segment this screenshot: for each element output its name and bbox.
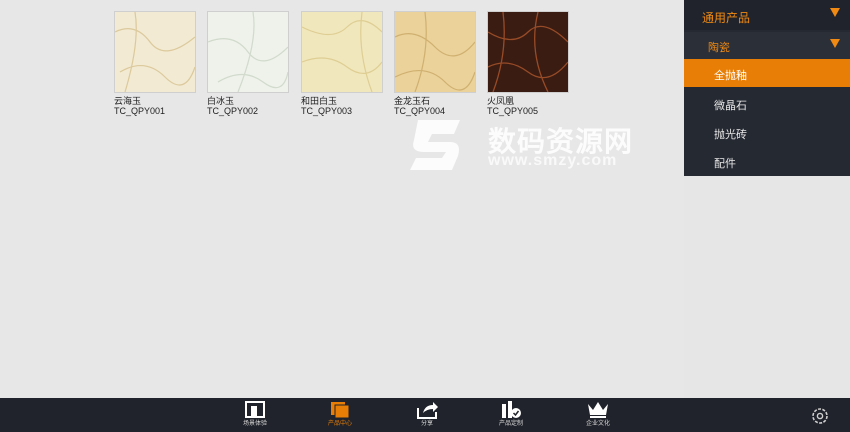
sidebar-item-peijian[interactable]: 配件	[684, 147, 850, 175]
crown-icon	[588, 402, 608, 418]
sidebar-item-label: 配件	[714, 158, 736, 170]
product-tile[interactable]: 和田白玉 TC_QPY003	[301, 11, 383, 116]
nav-label: 产品定制	[498, 421, 523, 427]
nav-label: 产品中心	[327, 421, 352, 427]
tile-name: 云海玉	[114, 96, 142, 106]
tile-swatch-image[interactable]	[394, 11, 476, 93]
settings-gear-icon[interactable]	[810, 406, 830, 426]
tile-code: TC_QPY003	[301, 106, 353, 116]
tile-code: TC_QPY005	[487, 106, 539, 116]
sidebar-item-paoguangzhuan[interactable]: 抛光砖	[684, 118, 850, 146]
product-tile[interactable]: 金龙玉石 TC_QPY004	[394, 11, 476, 116]
tile-code: TC_QPY001	[114, 106, 166, 116]
nav-label: 场景体验	[242, 421, 267, 427]
tile-swatch-image[interactable]	[487, 11, 569, 93]
caret-down-icon	[830, 8, 840, 17]
tile-name: 火凤凰	[487, 96, 515, 106]
nav-product-customize[interactable]: 产品定制	[486, 400, 536, 432]
nav-label: 企业文化	[585, 421, 610, 427]
nav-label: 分享	[420, 421, 433, 427]
product-center-icon	[331, 402, 350, 419]
tile-code: TC_QPY002	[207, 106, 259, 116]
product-tile[interactable]: 火凤凰 TC_QPY005	[487, 11, 569, 116]
product-tile[interactable]: 白冰玉 TC_QPY002	[207, 11, 289, 116]
scene-icon	[245, 401, 265, 418]
product-tile[interactable]: 云海玉 TC_QPY001	[114, 11, 196, 116]
subcategory-label: 陶瓷	[708, 42, 730, 54]
sidebar-item-weijingshi[interactable]: 微晶石	[684, 89, 850, 117]
category-label: 通用产品	[702, 11, 751, 25]
share-icon	[417, 402, 438, 419]
nav-corporate-culture[interactable]: 企业文化	[573, 400, 623, 432]
category-header[interactable]: 通用产品	[684, 0, 850, 30]
tile-swatch-image[interactable]	[207, 11, 289, 93]
sidebar-item-label: 微晶石	[714, 100, 747, 112]
sidebar-item-label: 抛光砖	[714, 129, 747, 141]
tile-name: 和田白玉	[301, 96, 338, 106]
tile-swatch-image[interactable]	[114, 11, 196, 93]
tile-name: 金龙玉石	[394, 96, 431, 106]
tile-swatch-image[interactable]	[301, 11, 383, 93]
subcategory-header[interactable]: 陶瓷	[684, 32, 850, 62]
caret-down-icon	[830, 39, 840, 48]
bottom-nav-bar: 场景体验 产品中心 分享 产品定制 企业文化	[0, 398, 850, 432]
sidebar-item-quanpaoyou[interactable]: 全抛釉	[684, 59, 850, 87]
tile-name: 白冰玉	[207, 96, 235, 106]
nav-scene-experience[interactable]: 场景体验	[230, 400, 280, 432]
sidebar-item-label: 全抛釉	[714, 70, 747, 82]
tile-code: TC_QPY004	[394, 106, 446, 116]
nav-share[interactable]: 分享	[402, 400, 452, 432]
product-grid-area: 云海玉 TC_QPY001 白冰玉 TC_QPY002 和田白玉 TC_QPY0…	[0, 0, 684, 398]
category-sidebar: 通用产品 陶瓷 全抛釉 微晶石 抛光砖 配件	[684, 0, 850, 176]
customize-icon	[502, 401, 521, 418]
nav-product-center[interactable]: 产品中心	[315, 400, 365, 432]
